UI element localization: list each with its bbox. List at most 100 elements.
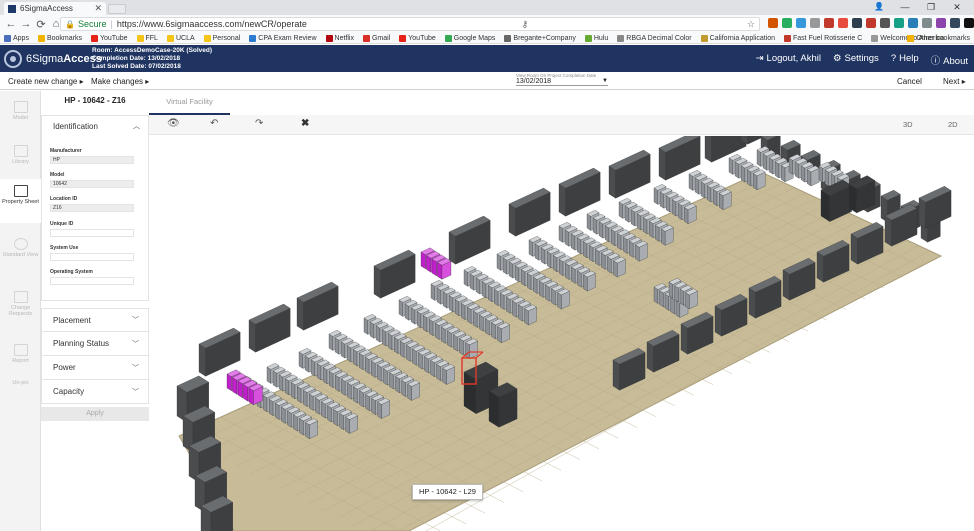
extension-icon[interactable] xyxy=(880,18,890,28)
bookmark-item[interactable]: Apps xyxy=(4,34,29,42)
box-face-left xyxy=(365,356,370,374)
settings-button[interactable]: ⚙ Settings xyxy=(833,53,879,67)
facility-3d-view[interactable] xyxy=(149,136,974,531)
bookmark-item[interactable]: Hulu xyxy=(584,34,608,42)
tab-virtual-facility[interactable]: Virtual Facility xyxy=(149,91,230,115)
bookmark-label: California Application xyxy=(709,34,776,42)
bookmark-item[interactable]: CPA Exam Review xyxy=(249,34,317,42)
operating-system-input[interactable] xyxy=(50,277,134,285)
app-logo[interactable]: 6SigmaAccess xyxy=(4,50,102,68)
extension-icon[interactable] xyxy=(768,18,778,28)
model-input[interactable]: 10642 xyxy=(50,180,134,188)
property-panel: HP - 10642 - Z16 Identification ︿ Manufa… xyxy=(41,91,149,531)
bookmark-star-icon[interactable]: ☆ xyxy=(747,19,755,30)
logout-button[interactable]: ⇥ Logout, Akhil xyxy=(756,53,821,67)
bookmark-label: Bookmarks xyxy=(46,34,82,42)
bookmark-item[interactable]: Personal xyxy=(203,34,240,42)
bookmark-item[interactable]: RBGA Decimal Color xyxy=(617,34,692,42)
bookmark-item[interactable]: Fast Fuel Rotisserie C xyxy=(784,34,862,42)
box-face-left xyxy=(340,341,346,359)
field-label: Operating System xyxy=(50,269,93,275)
extension-icon[interactable] xyxy=(810,18,820,28)
forward-icon[interactable]: → xyxy=(19,18,33,30)
box-face-left xyxy=(398,299,404,317)
completion-date-picker[interactable]: View Room On Project Completion Date 13/… xyxy=(516,73,608,86)
identification-header[interactable]: Identification ︿ xyxy=(42,116,148,136)
extension-icon[interactable] xyxy=(782,18,792,28)
extension-icon[interactable] xyxy=(866,18,876,28)
window-close-icon[interactable]: ✕ xyxy=(944,0,970,14)
bookmark-item[interactable]: California Application xyxy=(700,34,776,42)
box-face-left xyxy=(589,244,594,262)
box-face-left xyxy=(636,213,642,231)
extension-icon[interactable] xyxy=(894,18,904,28)
extension-icon[interactable] xyxy=(950,18,960,28)
extension-icon[interactable] xyxy=(852,18,862,28)
bookmark-item[interactable]: FFL xyxy=(136,34,158,42)
new-tab-button[interactable] xyxy=(108,4,126,14)
close-icon[interactable]: ✖ xyxy=(301,118,309,129)
box-face-left xyxy=(363,317,369,335)
about-button[interactable]: ⓘ About xyxy=(931,53,968,67)
bookmark-item[interactable]: YouTube xyxy=(399,34,436,42)
rail-item-unpin[interactable]: Un-pin xyxy=(0,380,41,386)
location-id-input[interactable]: Z16 xyxy=(50,204,134,212)
create-change-menu[interactable]: Create new change ▸ xyxy=(8,77,84,86)
apply-button[interactable]: Apply xyxy=(41,407,149,421)
rail-item-change-requests[interactable]: Change Requests xyxy=(0,291,41,317)
make-changes-label: Make changes xyxy=(91,77,144,86)
browser-tab[interactable]: 6SigmaAccess ✕ xyxy=(4,2,106,15)
extension-icon[interactable] xyxy=(936,18,946,28)
unique-id-input[interactable] xyxy=(50,229,134,237)
next-button[interactable]: Next ▸ xyxy=(943,77,966,86)
extension-icon[interactable] xyxy=(796,18,806,28)
power-section[interactable]: Power ﹀ xyxy=(41,356,149,380)
bookmark-item[interactable]: Gmail xyxy=(362,34,390,42)
bookmark-favicon-icon xyxy=(444,34,452,42)
rail-item-model[interactable]: Model xyxy=(0,101,41,121)
rail-item-report[interactable]: Report xyxy=(0,344,41,364)
section-label: Planning Status xyxy=(53,339,110,348)
help-button[interactable]: ? Help xyxy=(891,53,919,67)
key-icon[interactable]: ⚷ xyxy=(522,19,529,30)
box-face-left xyxy=(347,382,352,400)
rail-item-property-sheet[interactable]: Property Sheet xyxy=(0,179,41,223)
capacity-section[interactable]: Capacity ﹀ xyxy=(41,380,149,404)
rail-item-standard-view[interactable]: Standard View xyxy=(0,238,41,258)
redo-icon[interactable]: ↷ xyxy=(255,118,263,129)
back-icon[interactable]: ← xyxy=(4,18,18,30)
bookmark-item[interactable]: YouTube xyxy=(90,34,128,42)
other-bookmarks[interactable]: Other bookmarks xyxy=(907,33,970,43)
placement-section[interactable]: Placement ﹀ xyxy=(41,308,149,332)
system-use-input[interactable] xyxy=(50,253,134,261)
eye-icon[interactable]: 👁 xyxy=(167,118,180,129)
box-face-left xyxy=(612,359,620,391)
last-solved-line: Last Solved Date: 07/02/2018 xyxy=(92,63,181,70)
bookmark-item[interactable]: Bregante+Company xyxy=(504,34,576,42)
reload-icon[interactable]: ⟳ xyxy=(34,18,48,31)
bookmark-item[interactable]: Netflix xyxy=(325,34,354,42)
minimize-icon[interactable]: — xyxy=(892,0,918,14)
undo-icon[interactable]: ↶ xyxy=(210,118,218,129)
bookmark-item[interactable]: UCLA xyxy=(166,34,195,42)
manufacturer-input[interactable]: HP xyxy=(50,156,134,164)
profile-icon[interactable]: 👤 xyxy=(866,0,892,14)
planning-status-section[interactable]: Planning Status ﹀ xyxy=(41,332,149,356)
extension-icon[interactable] xyxy=(964,18,974,28)
bookmark-item[interactable]: Google Maps xyxy=(444,34,495,42)
url-field[interactable]: 🔒 Secure | https://www.6sigmaaccess.com/… xyxy=(60,17,760,31)
extension-icon[interactable] xyxy=(908,18,918,28)
view-3d-button[interactable]: 3D xyxy=(903,120,913,129)
rail-item-library[interactable]: Library xyxy=(0,145,41,165)
box-face-left xyxy=(304,355,310,373)
view-2d-button[interactable]: 2D xyxy=(948,120,958,129)
extension-icon[interactable] xyxy=(838,18,848,28)
maximize-icon[interactable]: ❐ xyxy=(918,0,944,14)
bookmark-item[interactable]: Bookmarks xyxy=(37,34,82,42)
extension-icon[interactable] xyxy=(922,18,932,28)
box-face-left xyxy=(740,165,746,183)
make-changes-menu[interactable]: Make changes ▸ xyxy=(91,77,149,86)
tab-close-icon[interactable]: ✕ xyxy=(94,3,102,14)
cancel-button[interactable]: Cancel xyxy=(897,77,922,86)
extension-icon[interactable] xyxy=(824,18,834,28)
